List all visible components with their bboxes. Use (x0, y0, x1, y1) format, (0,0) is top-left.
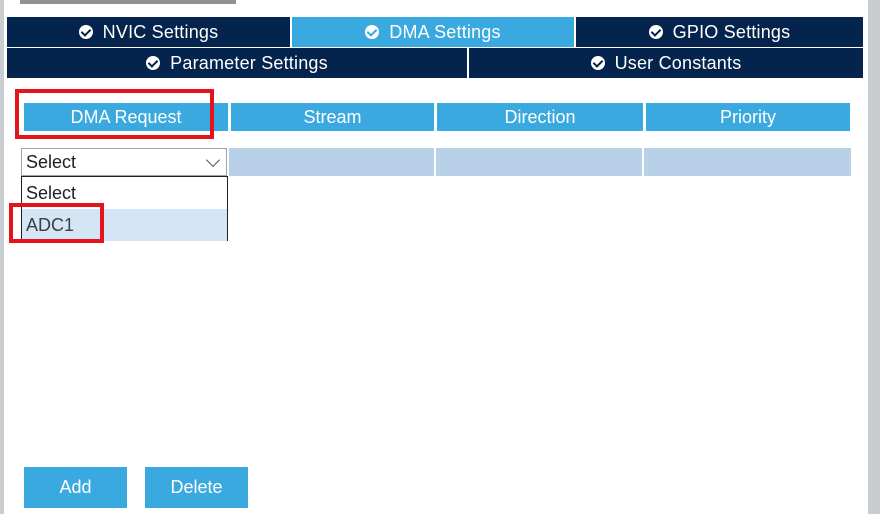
table-cell-direction[interactable] (436, 148, 642, 176)
tab-dma-settings[interactable]: DMA Settings (292, 17, 574, 47)
tab-user-constants[interactable]: User Constants (469, 48, 863, 78)
dropdown-option-select[interactable]: Select (22, 177, 227, 209)
window-left-border (0, 0, 4, 514)
tab-parameter-settings[interactable]: Parameter Settings (7, 48, 467, 78)
window-right-border (868, 0, 880, 514)
column-header-label: DMA Request (70, 106, 182, 127)
tab-label: NVIC Settings (102, 21, 219, 42)
dma-request-select[interactable]: Select (21, 148, 227, 176)
tab-gpio-settings[interactable]: GPIO Settings (576, 17, 863, 47)
dma-request-dropdown: Select ADC1 (21, 176, 228, 241)
column-header-direction[interactable]: Direction (437, 103, 643, 131)
check-circle-icon (648, 25, 663, 39)
check-circle-icon (365, 25, 380, 39)
add-button[interactable]: Add (24, 467, 127, 508)
chevron-down-icon[interactable] (205, 152, 221, 168)
table-cell-stream[interactable] (229, 148, 434, 176)
column-header-label: Direction (504, 106, 576, 127)
tab-label: User Constants (614, 52, 742, 73)
column-header-label: Stream (303, 106, 362, 127)
column-header-priority[interactable]: Priority (646, 103, 850, 131)
check-circle-icon (146, 56, 161, 70)
tab-label: Parameter Settings (170, 52, 328, 73)
column-header-stream[interactable]: Stream (231, 103, 434, 131)
column-header-dma-request[interactable]: DMA Request (24, 103, 228, 131)
option-label: Select (26, 182, 77, 203)
table-cell-priority[interactable] (644, 148, 851, 176)
tab-label: GPIO Settings (672, 21, 791, 42)
tab-label: DMA Settings (389, 21, 501, 42)
dropdown-option-adc1[interactable]: ADC1 (22, 209, 227, 241)
select-value: Select (26, 151, 77, 172)
check-circle-icon (78, 25, 93, 39)
option-label: ADC1 (26, 214, 75, 235)
horizontal-scrollbar[interactable] (20, 0, 236, 4)
check-circle-icon (590, 56, 605, 70)
tab-nvic-settings[interactable]: NVIC Settings (7, 17, 290, 47)
delete-button[interactable]: Delete (145, 467, 248, 508)
column-header-label: Priority (719, 106, 776, 127)
